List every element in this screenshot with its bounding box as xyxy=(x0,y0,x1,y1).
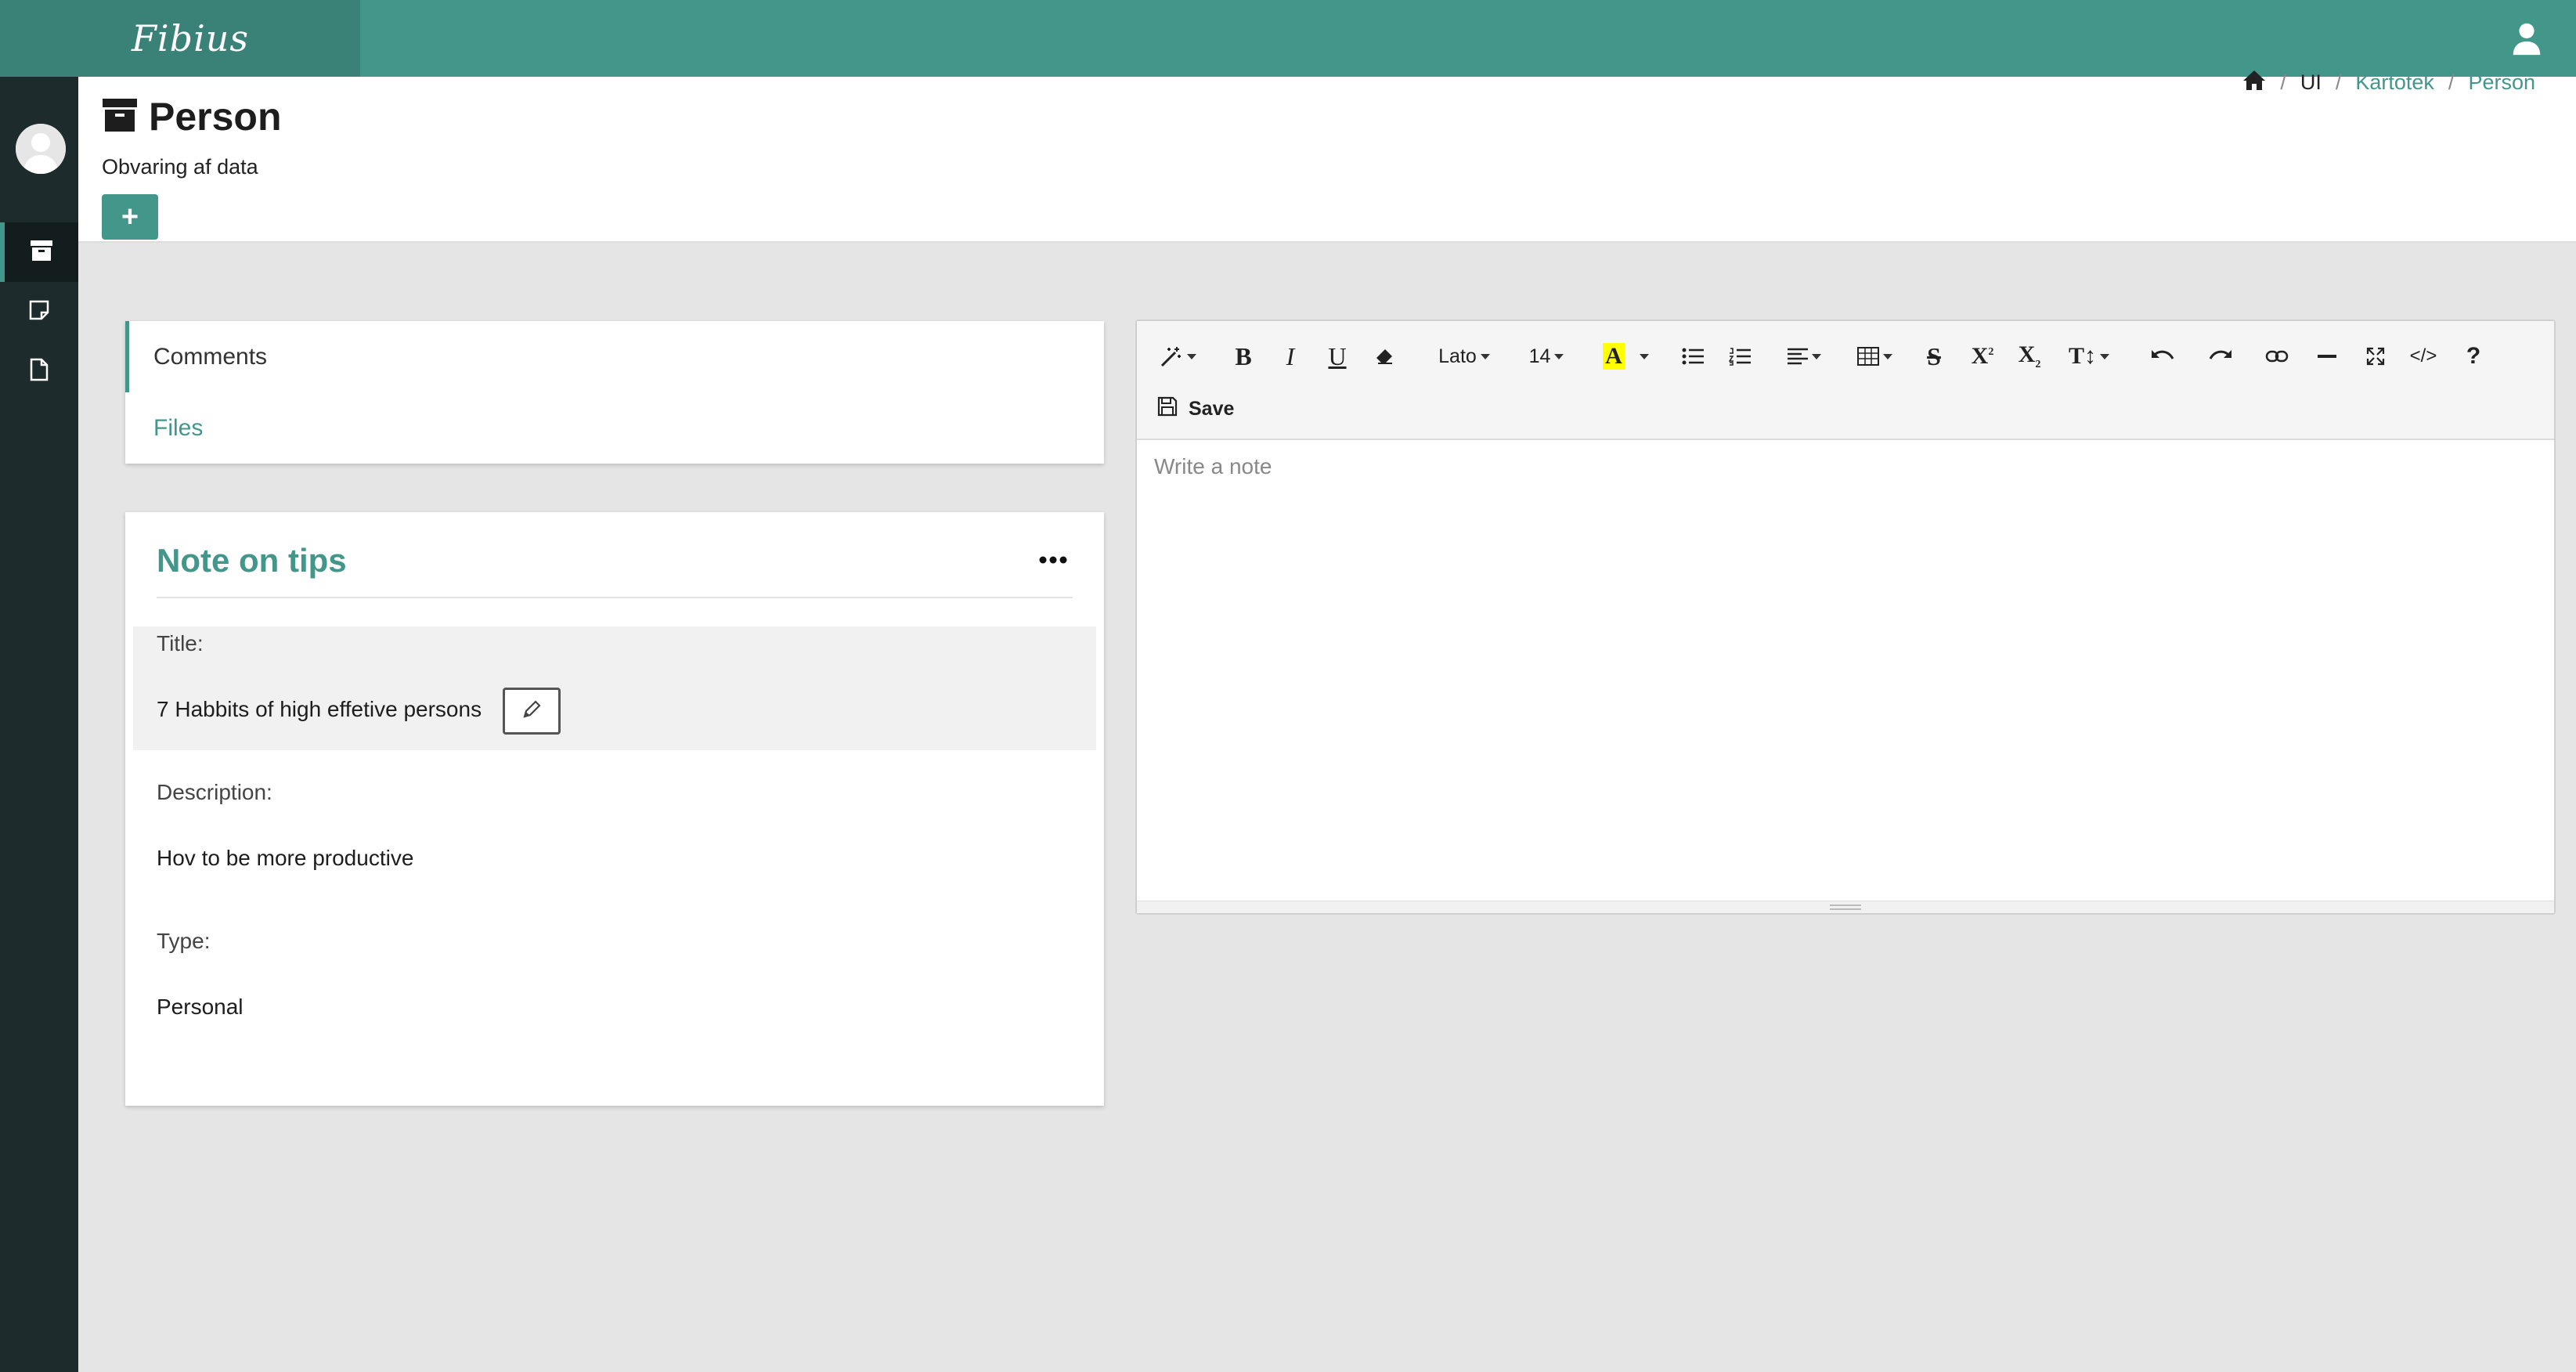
note-title: Note on tips xyxy=(157,542,347,579)
table-button[interactable] xyxy=(1853,337,1896,376)
breadcrumb-separator: / xyxy=(2335,70,2342,94)
tabs-panel: Comments Files xyxy=(125,321,1104,464)
save-label: Save xyxy=(1189,398,1235,420)
editor-resize-handle[interactable] xyxy=(1137,901,2554,913)
bullet-list-icon xyxy=(1682,347,1704,366)
minus-icon xyxy=(2318,354,2336,359)
field-label: Description: xyxy=(157,780,272,804)
edit-title-button[interactable] xyxy=(503,688,561,735)
archive-icon xyxy=(30,240,53,265)
sidebar-item-notes[interactable] xyxy=(0,282,78,341)
top-navbar: Fibius xyxy=(0,0,2576,77)
field-label: Title: xyxy=(157,631,204,655)
user-icon[interactable] xyxy=(2509,20,2545,56)
strikethrough-icon: S xyxy=(1927,341,1941,370)
page-subtitle: Obvaring af data xyxy=(102,155,258,179)
horizontal-rule-button[interactable] xyxy=(2311,337,2343,376)
eraser-icon xyxy=(1375,348,1394,365)
fullscreen-button[interactable] xyxy=(2360,337,2391,376)
breadcrumb-item-kartotek[interactable]: Kartotek xyxy=(2355,70,2434,95)
breadcrumb: / UI / Kartotek / Person xyxy=(2242,69,2535,96)
add-button[interactable]: + xyxy=(102,194,158,240)
field-label: Type: xyxy=(157,929,211,953)
breadcrumb-separator: / xyxy=(2280,70,2286,94)
save-button[interactable]: Save xyxy=(1157,396,1234,422)
align-left-icon xyxy=(1787,348,1808,365)
font-size-value: 14 xyxy=(1528,345,1551,367)
undo-icon xyxy=(2151,348,2174,365)
tab-files[interactable]: Files xyxy=(125,392,1104,464)
bold-icon: B xyxy=(1235,341,1252,370)
text-color-button[interactable]: A xyxy=(1599,337,1629,376)
brand-name: Fibius xyxy=(132,17,250,60)
note-header: Note on tips xyxy=(157,542,1073,598)
italic-button[interactable]: I xyxy=(1276,337,1304,376)
unordered-list-button[interactable] xyxy=(1677,337,1708,376)
code-icon: </> xyxy=(2409,345,2437,366)
italic-icon: I xyxy=(1286,341,1295,370)
breadcrumb-item-ui[interactable]: UI xyxy=(2300,70,2322,95)
sidebar-item-files[interactable] xyxy=(0,341,78,401)
link-button[interactable] xyxy=(2261,337,2293,376)
code-view-button[interactable]: </> xyxy=(2404,337,2443,376)
clear-format-button[interactable] xyxy=(1370,337,1398,376)
underline-button[interactable]: U xyxy=(1323,337,1351,376)
table-icon xyxy=(1856,347,1879,366)
numbered-list-icon xyxy=(1729,347,1751,366)
field-value: 7 Habbits of high effetive persons xyxy=(157,697,482,721)
highlight-color-icon: A xyxy=(1603,343,1625,370)
save-icon xyxy=(1157,396,1178,422)
redo-button[interactable] xyxy=(2205,337,2236,376)
link-icon xyxy=(2265,348,2289,364)
field-description: Description: Hov to be more productive xyxy=(133,775,1096,870)
superscript-icon: X2 xyxy=(1971,343,1994,369)
sidebar xyxy=(0,77,78,1372)
avatar[interactable] xyxy=(16,124,66,174)
page-title: Person xyxy=(102,94,282,139)
magic-wand-icon xyxy=(1160,345,1183,367)
pencil-icon xyxy=(521,699,542,724)
font-family-value: Lato xyxy=(1438,345,1477,367)
note-card: Note on tips Title: 7 Habbits of high ef… xyxy=(125,512,1104,1106)
text-height-icon: T↕ xyxy=(2068,343,2096,369)
redo-icon xyxy=(2209,348,2232,365)
field-title: Title: 7 Habbits of high effetive person… xyxy=(133,626,1096,750)
ordered-list-button[interactable] xyxy=(1724,337,1755,376)
editor-toolbar: B I U Lato 14 A S X2 X2 T↕ </> ? Save xyxy=(1137,321,2554,440)
field-type: Type: Personal xyxy=(133,924,1096,1019)
note-editor: B I U Lato 14 A S X2 X2 T↕ </> ? Save Wr… xyxy=(1135,320,2556,915)
archive-icon xyxy=(102,98,138,136)
page-header: Person Obvaring af data + / UI / Kartote… xyxy=(78,70,2576,243)
help-button[interactable]: ? xyxy=(2460,337,2487,376)
magic-style-button[interactable] xyxy=(1156,337,1200,376)
breadcrumb-separator: / xyxy=(2448,70,2455,94)
font-size-select[interactable]: 14 xyxy=(1521,337,1572,376)
font-family-select[interactable]: Lato xyxy=(1431,337,1497,376)
undo-button[interactable] xyxy=(2147,337,2178,376)
field-value: Hov to be more productive xyxy=(157,846,414,870)
note-icon xyxy=(29,300,49,324)
breadcrumb-item-person[interactable]: Person xyxy=(2468,70,2535,95)
page-title-text: Person xyxy=(149,95,282,139)
file-icon xyxy=(30,358,49,385)
help-icon: ? xyxy=(2466,343,2481,369)
strikethrough-button[interactable]: S xyxy=(1920,337,1948,376)
sidebar-item-archive[interactable] xyxy=(0,222,78,282)
expand-icon xyxy=(2366,347,2385,366)
subscript-icon: X2 xyxy=(2018,341,2041,370)
home-icon[interactable] xyxy=(2242,69,2266,96)
tab-comments[interactable]: Comments xyxy=(125,321,1104,392)
field-value: Personal xyxy=(157,995,244,1019)
brand-logo[interactable]: Fibius xyxy=(0,0,360,77)
note-textarea[interactable]: Write a note xyxy=(1154,454,1272,479)
line-height-button[interactable]: T↕ xyxy=(2065,337,2112,376)
underline-icon: U xyxy=(1328,341,1347,370)
color-dropdown-button[interactable] xyxy=(1635,337,1654,376)
more-options-icon[interactable] xyxy=(1034,548,1073,572)
superscript-button[interactable]: X2 xyxy=(1965,337,2000,376)
subscript-button[interactable]: X2 xyxy=(2012,337,2047,376)
paragraph-align-button[interactable] xyxy=(1782,337,1826,376)
bold-button[interactable]: B xyxy=(1229,337,1257,376)
